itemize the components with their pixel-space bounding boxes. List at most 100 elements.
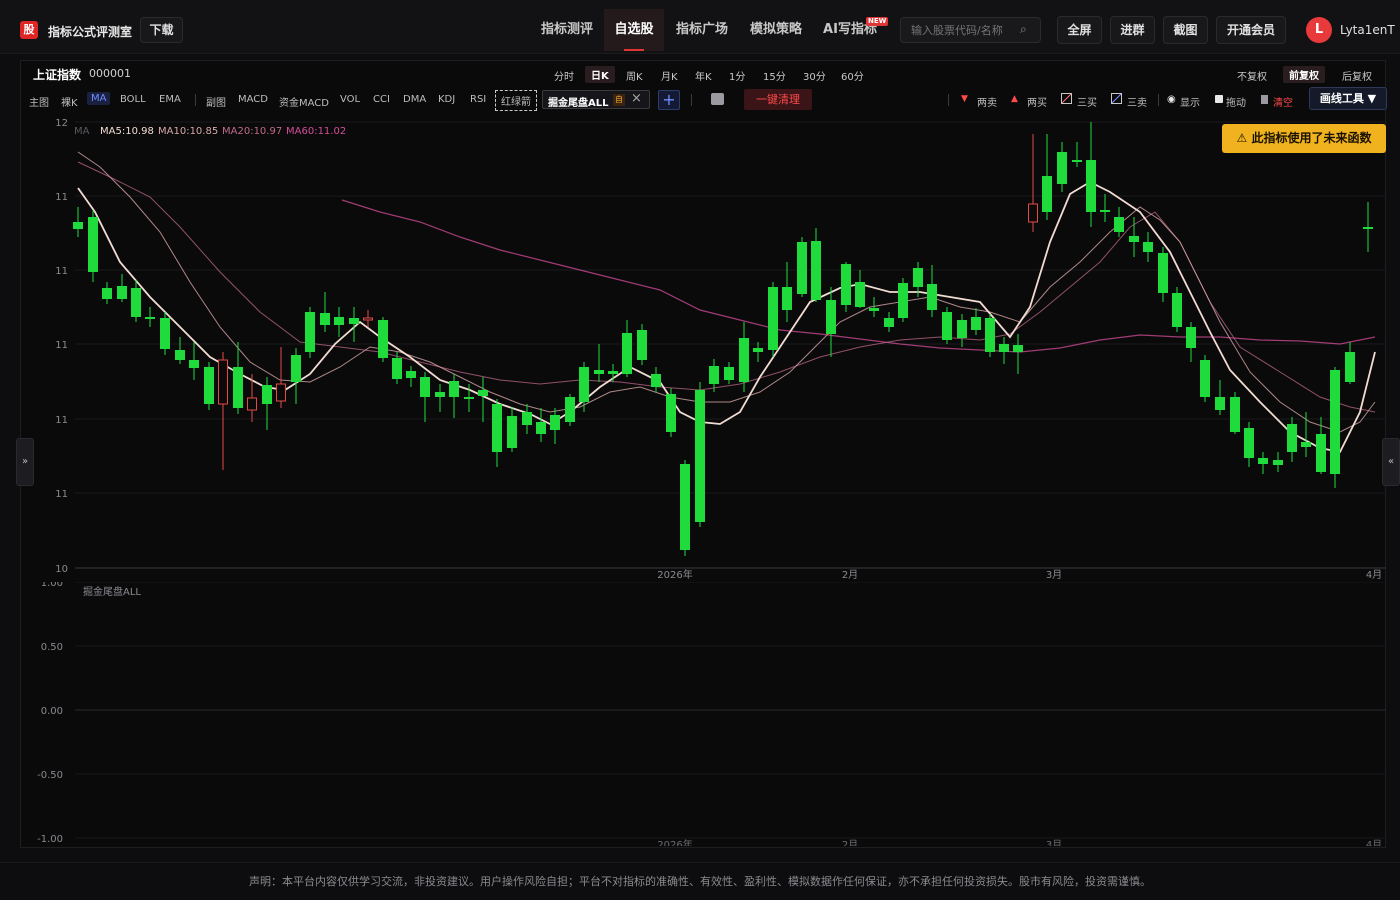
tab-indicator-square[interactable]: 指标广场 xyxy=(668,9,736,51)
add-indicator-button[interactable]: + xyxy=(658,90,680,110)
sub-chart-title: 掘金尾盘ALL xyxy=(83,585,141,598)
period-1min[interactable]: 1分 xyxy=(729,68,745,83)
screenshot-button[interactable]: 截图 xyxy=(1163,16,1208,44)
ma-legend-prefix: MA xyxy=(74,126,90,137)
candle-body xyxy=(622,333,632,374)
y-tick-label: 11 xyxy=(55,192,68,203)
draw-show-toggle[interactable]: 显示 xyxy=(1180,94,1200,109)
drawing-tools-button[interactable]: 画线工具 ▼ xyxy=(1309,87,1387,110)
draw-three-sell[interactable]: 三卖 xyxy=(1127,94,1147,109)
adjust-forward[interactable]: 前复权 xyxy=(1283,66,1325,83)
candle-body xyxy=(1186,327,1196,348)
x-tick-label: 4月 xyxy=(1366,569,1382,581)
candle-body xyxy=(579,367,589,402)
download-button[interactable]: 下载 xyxy=(140,17,183,43)
period-60min[interactable]: 60分 xyxy=(841,68,864,83)
candle-body xyxy=(913,268,923,287)
indicator-boll[interactable]: BOLL xyxy=(120,94,146,105)
up-triangle-icon: ▲ xyxy=(1011,94,1018,104)
x-tick-label: 2026年 xyxy=(657,568,692,581)
indicator-vol[interactable]: VOL xyxy=(340,94,360,105)
divider xyxy=(948,94,949,106)
candle-body xyxy=(782,287,792,310)
period-minute[interactable]: 分时 xyxy=(554,68,574,83)
candle-body xyxy=(1258,458,1268,464)
vip-button[interactable]: 开通会员 xyxy=(1216,16,1286,44)
period-yearly[interactable]: 年K xyxy=(695,68,712,83)
candle-body xyxy=(651,374,661,387)
candle-body xyxy=(550,415,560,430)
candle-body xyxy=(334,317,344,325)
indicator-cci[interactable]: CCI xyxy=(373,94,390,105)
candle-body xyxy=(739,338,749,382)
adjust-none[interactable]: 不复权 xyxy=(1237,68,1267,83)
y-tick-label: 11 xyxy=(55,266,68,277)
drawing-tools-label: 画线工具 xyxy=(1319,92,1364,105)
indicator-dma[interactable]: DMA xyxy=(403,94,426,105)
indicator-fund-macd[interactable]: 资金MACD xyxy=(279,94,329,109)
period-weekly[interactable]: 周K xyxy=(626,68,643,83)
save-icon[interactable] xyxy=(711,93,724,105)
avatar[interactable]: L xyxy=(1306,17,1332,43)
main-chart[interactable]: 12111111111110 2026年 2月 3月 4月 MA MA5:10.98 … xyxy=(20,112,1386,582)
candle-body xyxy=(131,288,141,317)
tab-sim-strategy[interactable]: 模拟策略 xyxy=(742,9,810,51)
indicator-bare-k[interactable]: 裸K xyxy=(61,94,78,109)
candle-body xyxy=(478,390,488,396)
draw-drag-toggle[interactable]: 拖动 xyxy=(1226,94,1246,109)
candle-body xyxy=(392,358,402,379)
username[interactable]: Lyta1enT xyxy=(1340,23,1395,37)
fullscreen-button[interactable]: 全屏 xyxy=(1057,16,1102,44)
tab-ai-indicator[interactable]: AI写指标 xyxy=(816,9,884,51)
indicator-rsi[interactable]: RSI xyxy=(470,94,486,105)
candle-body xyxy=(1028,203,1038,223)
candle-body xyxy=(349,318,359,324)
candle-body xyxy=(378,320,388,358)
close-icon[interactable]: × xyxy=(631,91,642,106)
draw-three-buy[interactable]: 三买 xyxy=(1077,94,1097,109)
period-monthly[interactable]: 月K xyxy=(661,68,678,83)
draw-two-sell[interactable]: 两卖 xyxy=(977,94,997,109)
draw-two-buy[interactable]: 两买 xyxy=(1027,94,1047,109)
candle-body xyxy=(522,412,532,425)
candle-body xyxy=(320,313,330,325)
candle-body xyxy=(160,318,170,349)
candle-body xyxy=(145,317,155,319)
sub-x-tick-label: 2月 xyxy=(842,839,858,846)
candles xyxy=(73,122,1373,556)
tab-indicator-review[interactable]: 指标测评 xyxy=(533,9,601,51)
indicator-ma[interactable]: MA xyxy=(87,92,111,105)
period-30min[interactable]: 30分 xyxy=(803,68,826,83)
search-icon[interactable]: ⌕ xyxy=(1020,22,1034,36)
custom-indicator-tag[interactable]: 掘金尾盘ALL 自 × xyxy=(542,90,650,109)
main-y-axis: 12 11 11 11 11 11 10 xyxy=(55,118,68,575)
draw-clear-button[interactable]: 清空 xyxy=(1273,94,1293,109)
candle-body xyxy=(855,282,865,307)
join-group-button[interactable]: 进群 xyxy=(1110,16,1155,44)
candle-body xyxy=(841,264,851,305)
candle-body xyxy=(247,397,257,411)
ma5-legend: MA5:10.98 xyxy=(100,126,154,137)
candle-body xyxy=(363,317,373,321)
one-click-clear-button[interactable]: 一键清理 xyxy=(744,89,812,110)
indicator-red-green-arrow[interactable]: 红绿箭 xyxy=(495,90,537,111)
period-daily[interactable]: 日K xyxy=(585,66,615,83)
indicator-kdj[interactable]: KDJ xyxy=(438,94,455,105)
candle-body xyxy=(1086,160,1096,212)
period-15min[interactable]: 15分 xyxy=(763,68,786,83)
lock-icon xyxy=(1215,95,1223,103)
sub-chart[interactable]: 1.00 0.50 0.00 -0.50 -1.00 掘金尾盘ALL 2026年 2月 3月… xyxy=(20,582,1386,846)
y-tick-label: 11 xyxy=(55,415,68,426)
indicator-ema[interactable]: EMA xyxy=(159,94,181,105)
adjust-backward[interactable]: 后复权 xyxy=(1342,68,1372,83)
candle-body xyxy=(1013,345,1023,352)
indicator-macd[interactable]: MACD xyxy=(238,94,268,105)
candle-body xyxy=(1143,242,1153,252)
candle-body xyxy=(189,360,199,368)
candle-body xyxy=(637,330,647,360)
candle-body xyxy=(724,367,734,380)
candle-body xyxy=(1230,397,1240,432)
candle-body xyxy=(449,381,459,397)
tab-watchlist[interactable]: 自选股 xyxy=(604,9,664,51)
main-x-axis: 2026年 2月 3月 4月 xyxy=(657,568,1382,581)
